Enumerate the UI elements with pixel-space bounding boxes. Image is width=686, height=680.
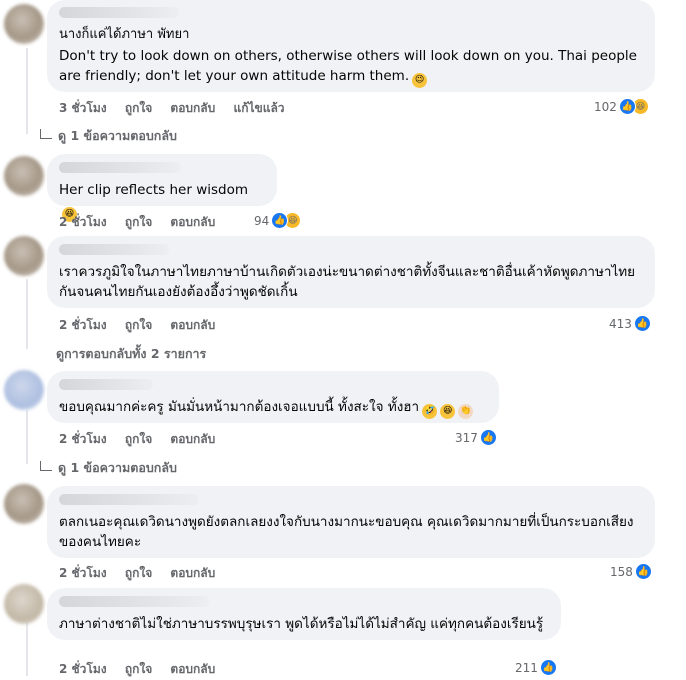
comment-text-content: Her clip reflects her wisdom: [59, 182, 248, 198]
rofl-emoji: 🤣: [422, 404, 438, 419]
author-name[interactable]: นางก็แค่ได้ภาษา พัทยา: [59, 23, 643, 44]
reply-button[interactable]: ตอบกลับ: [170, 318, 215, 332]
author-name-blurred[interactable]: [59, 379, 153, 390]
thread-line: [26, 48, 28, 134]
reaction-summary[interactable]: 94 👍 😆: [254, 212, 302, 229]
comment-bubble: Her clip reflects her wisdom😆: [47, 154, 277, 222]
reply-button[interactable]: ตอบกลับ: [170, 215, 215, 229]
comment-actions: 2 ชั่วโมง ถูกใจ ตอบกลับ: [59, 564, 229, 583]
thread-line: [26, 410, 28, 464]
comment-bubble: ตลกเนอะคุณเดวิดนางพูดยังตลกเลยงงใจกับนาง…: [47, 486, 655, 558]
like-button[interactable]: ถูกใจ: [125, 432, 152, 446]
avatar[interactable]: [4, 4, 44, 44]
like-icon: 👍: [618, 98, 636, 115]
like-button[interactable]: ถูกใจ: [125, 566, 152, 580]
reaction-summary[interactable]: 211 👍: [515, 659, 557, 676]
reply-button[interactable]: ตอบกลับ: [170, 101, 215, 115]
clap-emoji: 👏: [458, 404, 474, 419]
reply-button[interactable]: ตอบกลับ: [170, 566, 215, 580]
comment-text: เราควรภูมิใจในภาษาไทยภาษาบ้านเกิดตัวเองน…: [59, 264, 636, 300]
comment-bubble: นางก็แค่ได้ภาษา พัทยา Don't try to look …: [47, 0, 655, 92]
comment-text-content: ขอบคุณมากค่ะครู มันมั่นหน้ามากต้องเจอแบบ…: [59, 399, 420, 415]
like-button[interactable]: ถูกใจ: [125, 215, 152, 229]
wink-emoji: 😉: [412, 73, 428, 88]
comment-bubble: ขอบคุณมากค่ะครู มันมั่นหน้ามากต้องเจอแบบ…: [47, 371, 499, 423]
author-name-blurred[interactable]: [59, 7, 179, 18]
comment-actions: 2 ชั่วโมง ถูกใจ ตอบกลับ: [59, 660, 229, 679]
like-icon: 👍: [479, 429, 497, 446]
reaction-count: 317: [455, 430, 478, 445]
comment-text: ตลกเนอะคุณเดวิดนางพูดยังตลกเลยงงใจกับนาง…: [59, 514, 634, 550]
comment-bubble: เราควรภูมิใจในภาษาไทยภาษาบ้านเกิดตัวเองน…: [47, 236, 655, 308]
edited-label[interactable]: แก้ไขแล้ว: [233, 101, 284, 115]
reaction-count: 211: [515, 660, 538, 675]
comment-time[interactable]: 2 ชั่วโมง: [59, 215, 107, 229]
reaction-summary[interactable]: 102 👍 😆: [594, 98, 649, 115]
laugh-emoji: 😆: [440, 404, 456, 419]
author-name-blurred[interactable]: [59, 494, 199, 505]
comment-text-content: Don't try to look down on others, otherw…: [59, 48, 637, 84]
view-replies-link[interactable]: ดู 1 ข้อความตอบกลับ: [40, 126, 177, 146]
avatar[interactable]: [4, 156, 44, 196]
like-button[interactable]: ถูกใจ: [125, 318, 152, 332]
comment-actions: 2 ชั่วโมง ถูกใจ ตอบกลับ: [59, 316, 229, 335]
author-name-blurred[interactable]: [59, 596, 209, 607]
comment-time[interactable]: 2 ชั่วโมง: [59, 662, 107, 676]
reply-arrow-icon: [40, 129, 52, 139]
reaction-summary[interactable]: 413 👍: [609, 315, 651, 332]
author-name-blurred[interactable]: [59, 244, 169, 255]
avatar[interactable]: [4, 484, 44, 524]
reaction-count: 158: [610, 564, 633, 579]
comment-actions: 2 ชั่วโมง ถูกใจ ตอบกลับ: [59, 213, 229, 232]
author-name-blurred[interactable]: [59, 162, 181, 173]
avatar[interactable]: [4, 584, 44, 624]
reaction-count: 413: [609, 316, 632, 331]
reaction-summary[interactable]: 317 👍: [455, 429, 497, 446]
reaction-summary[interactable]: 158 👍: [610, 563, 652, 580]
comment-text: ขอบคุณมากค่ะครู มันมั่นหน้ามากต้องเจอแบบ…: [59, 397, 487, 419]
thread-line: [26, 279, 28, 349]
like-button[interactable]: ถูกใจ: [125, 662, 152, 676]
comment-actions: 2 ชั่วโมง ถูกใจ ตอบกลับ: [59, 430, 229, 449]
view-replies-label: ดู 1 ข้อความตอบกลับ: [58, 128, 177, 143]
comment-time[interactable]: 3 ชั่วโมง: [59, 101, 107, 115]
view-replies-link[interactable]: ดู 1 ข้อความตอบกลับ: [40, 458, 177, 478]
thread-line: [26, 616, 28, 676]
reaction-count: 102: [594, 99, 617, 114]
comment-actions: 3 ชั่วโมง ถูกใจ ตอบกลับ แก้ไขแล้ว: [59, 99, 299, 118]
view-replies-link[interactable]: ดูการตอบกลับทั้ง 2 รายการ: [56, 344, 206, 364]
reply-button[interactable]: ตอบกลับ: [170, 432, 215, 446]
avatar[interactable]: [4, 236, 44, 276]
like-icon: 👍: [633, 315, 651, 332]
comment-time[interactable]: 2 ชั่วโมง: [59, 566, 107, 580]
reply-arrow-icon: [40, 461, 52, 471]
comment-time[interactable]: 2 ชั่วโมง: [59, 432, 107, 446]
view-replies-label: ดู 1 ข้อความตอบกลับ: [58, 460, 177, 475]
like-icon: 👍: [634, 563, 652, 580]
comment-text: ภาษาต่างชาติไม่ใช่ภาษาบรรพบุรุษเรา พูดได…: [59, 616, 544, 632]
comment-time[interactable]: 2 ชั่วโมง: [59, 318, 107, 332]
reply-button[interactable]: ตอบกลับ: [170, 662, 215, 676]
like-icon: 👍: [539, 659, 557, 676]
comment-text: Don't try to look down on others, otherw…: [59, 46, 643, 88]
view-replies-label: ดูการตอบกลับทั้ง 2 รายการ: [56, 346, 207, 361]
avatar[interactable]: [4, 370, 44, 410]
like-button[interactable]: ถูกใจ: [125, 101, 152, 115]
reaction-count: 94: [254, 213, 270, 228]
comment-bubble: ภาษาต่างชาติไม่ใช่ภาษาบรรพบุรุษเรา พูดได…: [47, 588, 561, 640]
